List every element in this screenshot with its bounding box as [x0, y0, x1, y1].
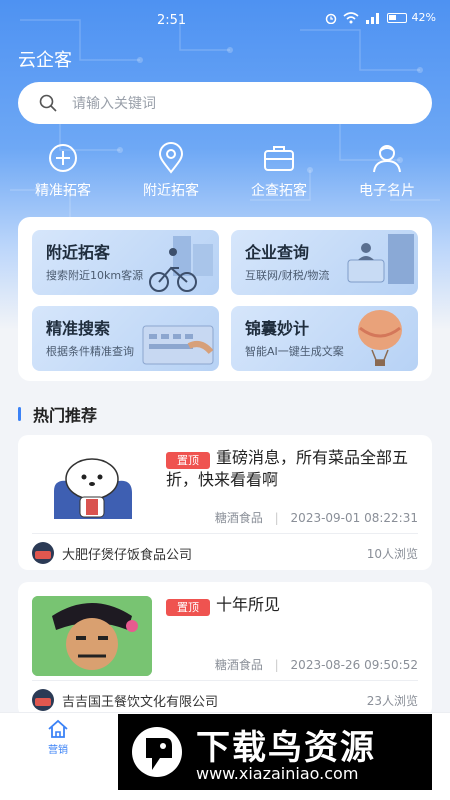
post-thumbnail [32, 449, 152, 529]
quick-nav: 精准拓客 附近拓客 企查拓客 电子名片 [18, 142, 432, 204]
app-title: 云企客 [18, 50, 72, 71]
quick-nav-label: 附近拓客 [143, 183, 199, 199]
anime-character-illustration [32, 596, 152, 676]
person-card-icon [373, 145, 401, 173]
post-card[interactable]: 置顶 十年所见 糖酒食品 | 2023-08-26 09:50:52 吉吉国王餐… [18, 582, 432, 717]
feature-company-query[interactable]: 企业查询 互联网/财税/物流 [231, 230, 418, 295]
feature-title: 企业查询 [245, 243, 310, 262]
feature-card: 附近拓客 搜索附近10km客源 企业查询 互联网/财税/物流 精准搜索 根据条件… [18, 217, 432, 381]
status-icons: 42% [324, 11, 436, 24]
watermark-banner: 下载鸟资源 www.xiazainiao.com [118, 714, 432, 790]
company-avatar [32, 689, 54, 711]
post-category: 糖酒食品 [214, 511, 263, 525]
feature-ai-copywriting[interactable]: 锦囊妙计 智能AI一键生成文案 [231, 306, 418, 371]
watermark-url: www.xiazainiao.com [196, 764, 359, 783]
post-meta: 糖酒食品 | 2023-09-01 08:22:31 [215, 509, 418, 526]
company-info[interactable]: 大肥仔煲仔饭食品公司 [32, 542, 192, 564]
company-name: 大肥仔煲仔饭食品公司 [62, 547, 193, 563]
search-bar[interactable]: 请输入关键词 [18, 82, 432, 124]
feature-title: 附近拓客 [46, 243, 111, 262]
section-title: 热门推荐 [33, 406, 98, 425]
meta-separator: | [274, 511, 279, 525]
signal-icon [365, 12, 379, 24]
search-icon [39, 94, 57, 112]
post-card[interactable]: 置顶 重磅消息，所有菜品全部五折，快来看看啊 糖酒食品 | 2023-09-01… [18, 435, 432, 570]
status-time: 2:51 [157, 13, 187, 28]
briefcase-icon [264, 146, 294, 171]
quick-nav-label: 精准拓客 [35, 183, 91, 199]
keyboard-laptop-illustration [142, 325, 214, 365]
battery-percent: 42% [411, 11, 436, 24]
quick-nav-company[interactable]: 企查拓客 [234, 142, 324, 204]
quick-nav-label: 电子名片 [359, 183, 415, 199]
company-avatar [32, 542, 54, 564]
post-date: 2023-09-01 08:22:31 [290, 511, 418, 525]
office-people-illustration [347, 234, 414, 284]
post-title[interactable]: 十年所见 [166, 594, 422, 616]
feature-title: 锦囊妙计 [245, 319, 310, 338]
quick-nav-precise[interactable]: 精准拓客 [18, 142, 108, 204]
wifi-icon [343, 11, 359, 23]
feature-subtitle: 搜索附近10km客源 [46, 269, 144, 282]
post-meta: 糖酒食品 | 2023-08-26 09:50:52 [215, 656, 418, 673]
post-divider [32, 680, 418, 681]
alarm-icon [325, 13, 336, 24]
feature-subtitle: 互联网/财税/物流 [245, 269, 330, 282]
location-pin-icon [158, 142, 184, 174]
quick-nav-label: 企查拓客 [251, 183, 307, 199]
bicycle-city-illustration [149, 236, 213, 292]
post-title[interactable]: 重磅消息，所有菜品全部五折，快来看看啊 [166, 447, 422, 491]
bird-logo-icon [132, 727, 182, 777]
section-header: 热门推荐 [18, 402, 97, 426]
company-info[interactable]: 吉吉国王餐饮文化有限公司 [32, 689, 218, 711]
battery-icon [386, 12, 407, 23]
view-count: 10人浏览 [366, 546, 418, 561]
dog-on-sofa-illustration [54, 458, 132, 519]
post-category: 糖酒食品 [214, 658, 263, 672]
feature-precise-search[interactable]: 精准搜索 根据条件精准查询 [32, 306, 219, 371]
post-footer: 大肥仔煲仔饭食品公司 10人浏览 [32, 539, 418, 567]
company-name: 吉吉国王餐饮文化有限公司 [62, 694, 219, 710]
feature-subtitle: 根据条件精准查询 [46, 345, 134, 358]
search-placeholder[interactable]: 请输入关键词 [72, 93, 156, 113]
meta-separator: | [274, 658, 279, 672]
target-plus-icon [49, 144, 77, 172]
status-bar: 2:51 42% [0, 0, 450, 40]
view-count: 23人浏览 [366, 693, 418, 708]
post-footer: 吉吉国王餐饮文化有限公司 23人浏览 [32, 686, 418, 714]
tab-marketing[interactable]: 营销 [38, 719, 78, 756]
tab-label: 营销 [48, 745, 68, 756]
section-accent-bar [18, 407, 21, 421]
post-thumbnail [32, 596, 152, 676]
feature-nearby[interactable]: 附近拓客 搜索附近10km客源 [32, 230, 219, 295]
hot-air-balloon-illustration [358, 310, 402, 366]
feature-title: 精准搜索 [46, 319, 111, 338]
post-date: 2023-08-26 09:50:52 [290, 658, 418, 672]
feature-subtitle: 智能AI一键生成文案 [245, 345, 344, 358]
quick-nav-nearby[interactable]: 附近拓客 [126, 142, 216, 204]
watermark-text: 下载鸟资源 [196, 728, 376, 768]
post-divider [32, 533, 418, 534]
home-icon [48, 719, 68, 738]
quick-nav-business-card[interactable]: 电子名片 [342, 142, 432, 204]
